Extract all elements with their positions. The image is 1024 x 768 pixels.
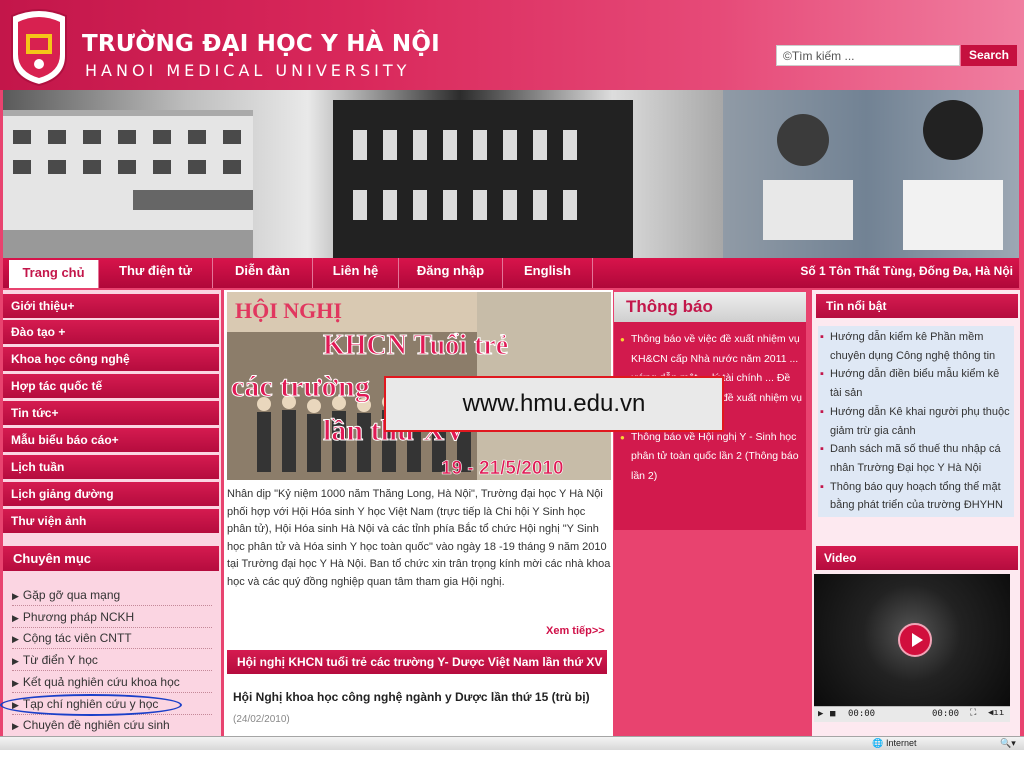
play-icon[interactable] [898,623,932,657]
category-item[interactable]: ▶ Cộng tác viên CNTT [12,628,212,649]
category-label: Chuyên đề nghiên cứu sinh [22,718,170,732]
search-icon: © [783,49,792,63]
menu-training[interactable]: Đào tạo + [3,320,219,344]
category-item[interactable]: ▶ Kết quả nghiên cứu khoa học [12,672,212,693]
volume-icon[interactable]: ◀ıı [988,708,1004,718]
image-caption-3: các trường [231,370,370,403]
menu-science[interactable]: Khoa học công nghệ [3,347,219,371]
menu-report-forms[interactable]: Mẫu biểu báo cáo+ [3,428,219,452]
internet-zone-icon: 🌐 [872,738,884,748]
category-label: Gặp gỡ qua mạng [22,588,121,602]
notice-heading: Thông báo [614,292,806,322]
nav-email[interactable]: Thư điện tử [99,258,213,288]
feature-news-text: Nhân dịp "Kỷ niệm 1000 năm Thăng Long, H… [227,488,611,588]
site-title-vietnamese: TRƯỜNG ĐẠI HỌC Y HÀ NỘI [82,31,440,57]
category-heading: Chuyên mục [3,546,219,571]
image-date: 19 - 21/5/2010 [441,458,564,479]
bullet-arrow-icon: ▶ [12,591,19,601]
address-text: Số 1 Tôn Thất Tùng, Đống Đa, Hà Nội [800,264,1013,278]
internet-zone-label: Internet [886,738,917,748]
category-item[interactable]: ▶ Chuyên đề nghiên cứu sinh [12,715,212,736]
image-caption-2: KHCN Tuổi trẻ [323,330,508,361]
site-title-english: HANOI MEDICAL UNIVERSITY [85,61,411,80]
nav-login[interactable]: Đăng nhập [399,258,503,288]
hot-news-item[interactable]: Danh sách mã số thuế thu nhập cá nhân Tr… [820,440,1010,477]
play-button-icon[interactable]: ▶ [818,709,823,719]
hot-news-item[interactable]: Hướng dẫn kiểm kê Phần mềm chuyên dụng C… [820,328,1010,365]
image-caption-1: HỘI NGHỊ [235,298,342,323]
bullet-arrow-icon: ▶ [12,656,19,666]
banner-illustration [3,90,1019,258]
video-heading: Video [816,546,1018,570]
category-item[interactable]: ▶ Phương pháp NCKH [12,607,212,628]
search-button[interactable]: Search [961,45,1017,66]
hot-news-item[interactable]: Hướng dẫn điền biểu mẫu kiểm kê tài sản [820,365,1010,402]
category-label: Từ điển Y học [22,653,98,667]
video-controls: ▶ ■ 00:00 00:00 ⛶ ◀ıı [814,706,1010,722]
bullet-arrow-icon: ▶ [12,721,19,731]
fullscreen-icon[interactable]: ⛶ [970,708,976,718]
time-elapsed: 00:00 [848,709,876,719]
nav-home[interactable]: Trang chủ [9,260,99,288]
browser-status-bar: 🌐 Internet 🔍▾ [0,736,1024,750]
bottom-margin [0,750,1024,768]
notice-item[interactable]: Thông báo về Hội nghị Y - Sinh học phân … [620,428,804,487]
nav-english[interactable]: English [503,258,593,288]
stop-button-icon[interactable]: ■ [830,709,835,719]
read-more-link[interactable]: Xem tiếp>> [546,625,605,637]
menu-about[interactable]: Giới thiệu+ [3,294,219,318]
search-input[interactable]: ©Tìm kiếm ... [776,45,960,66]
news-date: (24/02/2010) [233,714,290,725]
category-label: Cộng tác viên CNTT [22,631,132,645]
category-label: Kết quả nghiên cứu khoa học [22,675,180,689]
url-overlay-box: www.hmu.edu.vn [384,376,724,432]
nav-contact[interactable]: Liên hệ [313,258,399,288]
hot-news-heading: Tin nổi bật [816,294,1018,318]
news-headline[interactable]: Hội Nghị khoa học công nghệ ngành y Dược… [233,690,590,704]
category-item[interactable]: ▶ Gặp gỡ qua mạng [12,585,212,606]
bullet-arrow-icon: ▶ [12,634,19,644]
nav-forum[interactable]: Diễn đàn [213,258,313,288]
category-item[interactable]: ▶ Từ điển Y học [12,650,212,671]
menu-weekly-schedule[interactable]: Lịch tuần [3,455,219,479]
hot-news-item[interactable]: Hướng dẫn Kê khai người phụ thuộc giảm t… [820,403,1010,440]
menu-news[interactable]: Tin tức+ [3,401,219,425]
site-header: TRƯỜNG ĐẠI HỌC Y HÀ NỘI HANOI MEDICAL UN… [0,0,1024,90]
bullet-arrow-icon: ▶ [12,613,19,623]
category-label: Phương pháp NCKH [22,610,135,624]
highlight-circle [0,694,182,716]
video-player[interactable] [814,574,1010,706]
bullet-arrow-icon: ▶ [12,678,19,688]
hot-news-list: Hướng dẫn kiểm kê Phần mềm chuyên dụng C… [818,326,1014,518]
campus-banner-image [3,90,1019,258]
university-logo-icon[interactable] [6,6,72,86]
menu-photo-library[interactable]: Thư viện ảnh [3,509,219,533]
search-placeholder: Tìm kiếm ... [791,49,855,63]
hot-news-item[interactable]: Thông báo quy hoạch tổng thể mặt bằng ph… [820,478,1010,515]
main-navbar: Trang chủ Thư điện tử Diễn đàn Liên hệ Đ… [3,258,1019,288]
menu-international[interactable]: Hợp tác quốc tế [3,374,219,398]
zoom-icon[interactable]: 🔍▾ [1000,738,1016,749]
time-total: 00:00 [932,709,960,719]
news-section-bar[interactable]: Hội nghị KHCN tuổi trẻ các trường Y- Dượ… [227,650,607,674]
menu-lecture-schedule[interactable]: Lịch giảng đường [3,482,219,506]
